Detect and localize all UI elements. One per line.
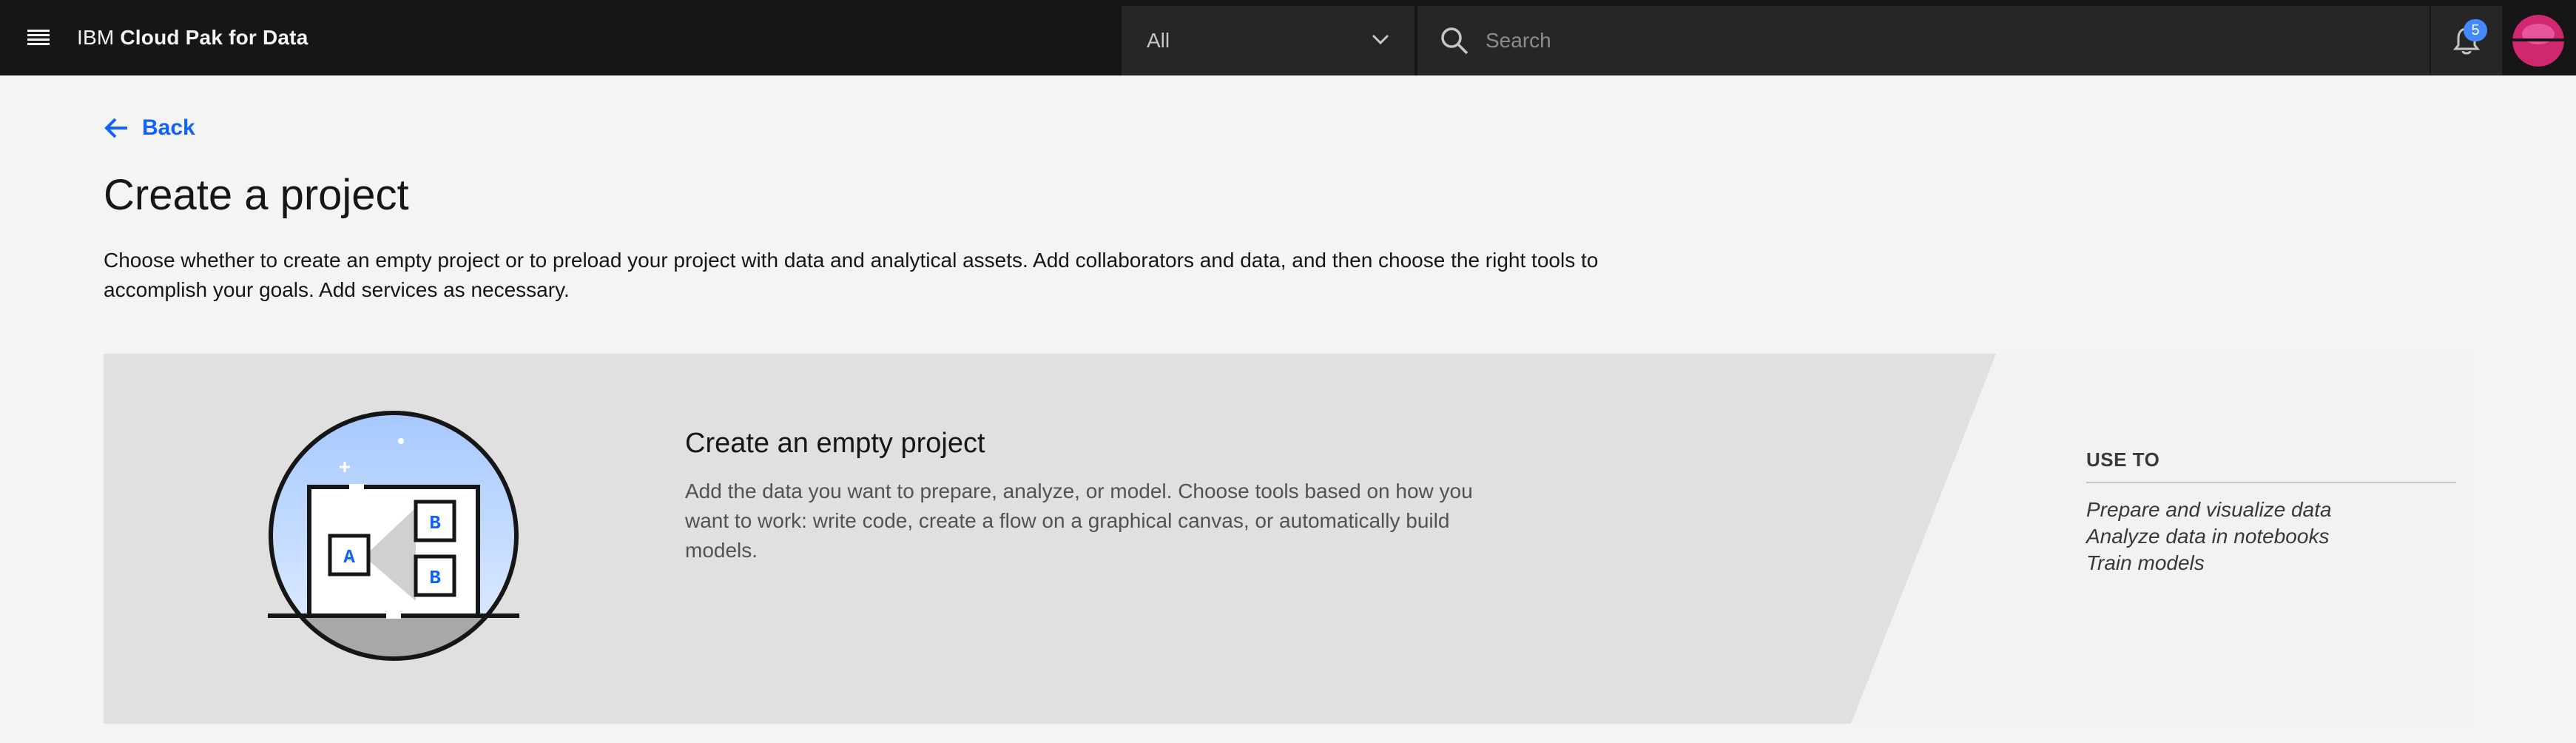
use-to-section: USE TO Prepare and visualize data Analyz…	[2086, 448, 2456, 576]
arrow-left-icon	[104, 118, 127, 138]
card-description: Add the data you want to prepare, analyz…	[685, 480, 1473, 562]
notifications-button[interactable]	[2431, 6, 2502, 75]
use-to-item: Prepare and visualize data	[2086, 498, 2332, 521]
notification-count-badge: 5	[2464, 19, 2487, 41]
back-label: Back	[142, 115, 195, 140]
use-to-heading: USE TO	[2086, 448, 2456, 483]
use-to-item: Analyze data in notebooks	[2086, 525, 2330, 548]
scope-selected-value: All	[1147, 29, 1170, 52]
user-avatar[interactable]	[2512, 15, 2564, 67]
search-icon	[1441, 27, 1469, 55]
page-description: Choose whether to create an empty projec…	[104, 249, 1599, 301]
avatar-image	[2512, 15, 2564, 67]
global-search	[1417, 6, 2430, 75]
use-to-list: Prepare and visualize data Analyze data …	[2086, 497, 2456, 576]
illustration-label-a: A	[343, 546, 355, 568]
brand-prefix: IBM	[77, 26, 115, 49]
search-scope-dropdown[interactable]: All	[1122, 6, 1416, 75]
product-name[interactable]: IBM Cloud Pak for Data	[77, 26, 308, 50]
illustration-label-b2: B	[429, 567, 441, 589]
page-title: Create a project	[104, 171, 409, 219]
menu-icon	[27, 30, 50, 45]
empty-project-illustration: A B B	[268, 411, 519, 661]
hamburger-menu-button[interactable]	[0, 0, 77, 75]
back-link[interactable]: Back	[104, 115, 195, 141]
use-to-item: Train models	[2086, 551, 2205, 574]
card-title: Create an empty project	[685, 428, 985, 459]
search-input[interactable]	[1484, 28, 2375, 53]
illustration-label-b1: B	[429, 512, 441, 534]
create-empty-project-card[interactable]: A B B Create an empty project Add the da…	[104, 354, 2472, 724]
chevron-down-icon	[1372, 34, 1389, 44]
brand-name: Cloud Pak for Data	[120, 26, 308, 49]
